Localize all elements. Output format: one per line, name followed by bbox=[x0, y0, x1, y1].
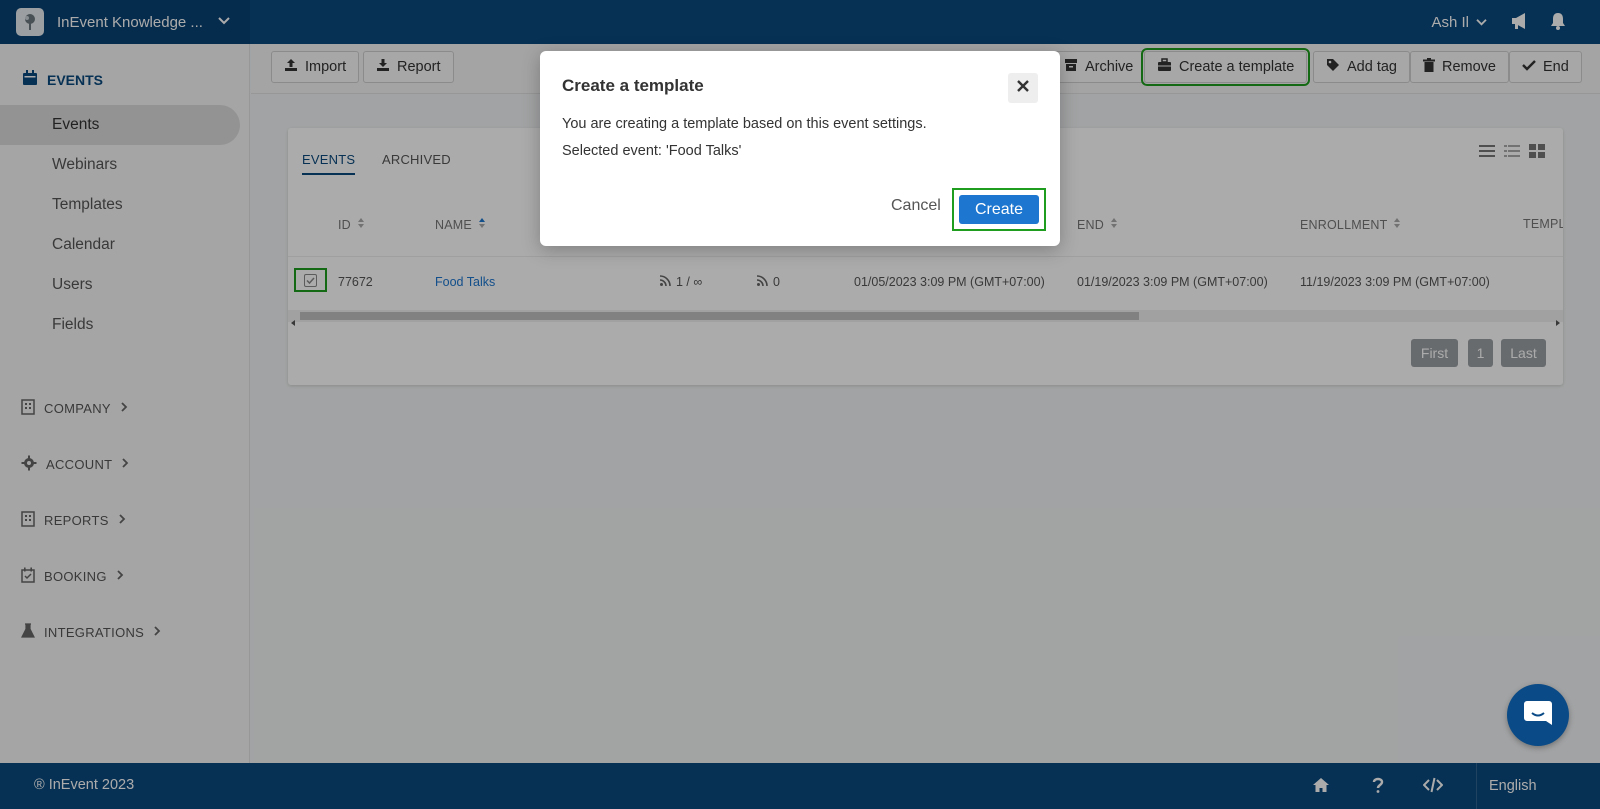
close-button[interactable] bbox=[1008, 73, 1038, 103]
chat-icon bbox=[1523, 699, 1553, 732]
create-template-dialog: Create a template You are creating a tem… bbox=[540, 51, 1060, 246]
create-button-highlight: Create bbox=[952, 188, 1046, 231]
chat-launcher[interactable] bbox=[1507, 684, 1569, 746]
dialog-selected-event: Selected event: 'Food Talks' bbox=[562, 143, 742, 159]
dialog-message: You are creating a template based on thi… bbox=[562, 116, 927, 132]
cancel-button[interactable]: Cancel bbox=[891, 197, 941, 215]
create-button[interactable]: Create bbox=[959, 195, 1039, 224]
dialog-title: Create a template bbox=[562, 76, 704, 95]
close-icon bbox=[1017, 79, 1029, 97]
